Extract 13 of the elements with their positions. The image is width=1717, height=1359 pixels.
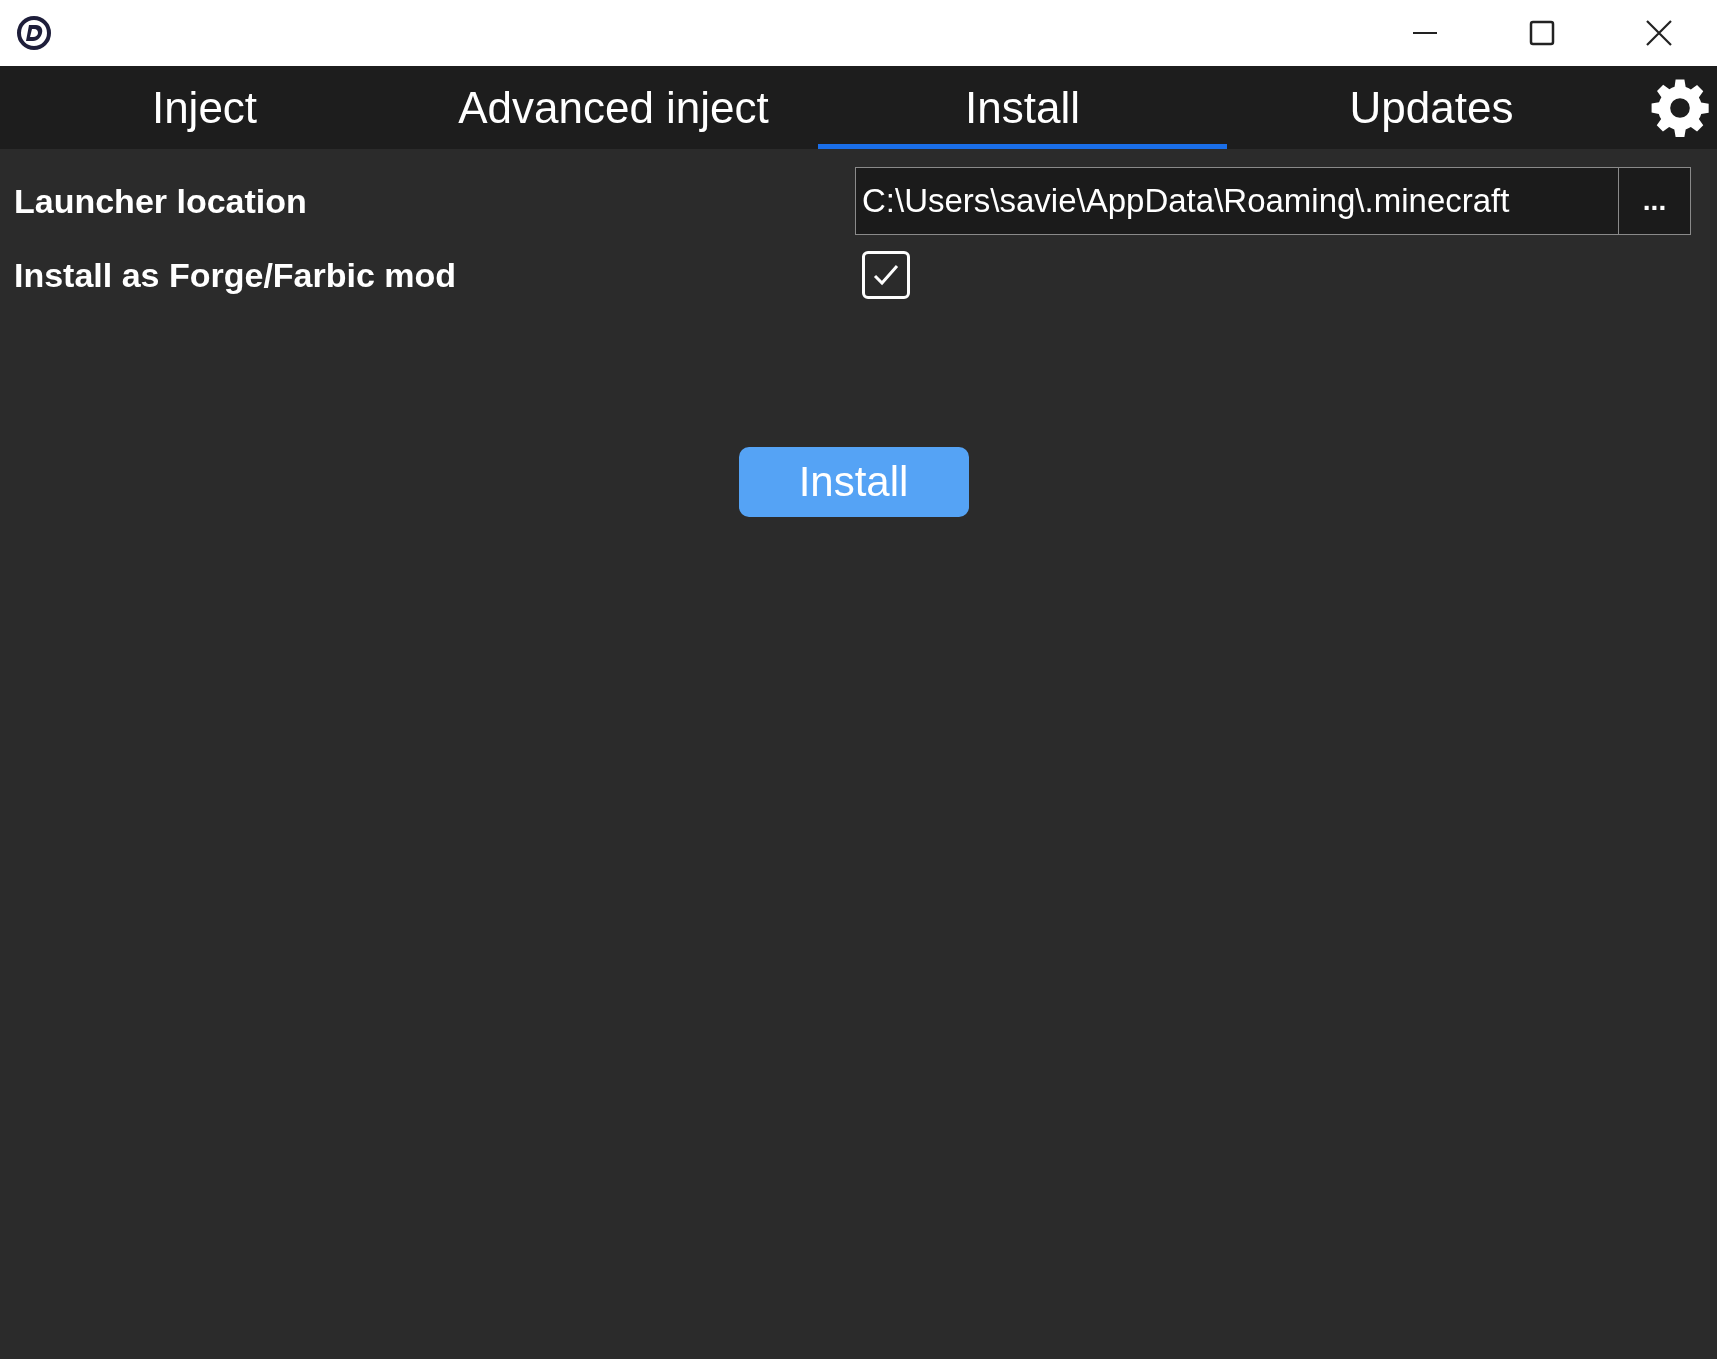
setting-label: Install as Forge/Farbic mod: [14, 255, 458, 295]
tab[interactable]: Updates: [1227, 66, 1636, 149]
app-logo-icon: [16, 15, 52, 51]
browse-button[interactable]: ...: [1619, 167, 1691, 235]
tab[interactable]: Inject: [0, 66, 409, 149]
tab[interactable]: Install: [818, 66, 1227, 149]
setting-label: Launcher location: [14, 181, 308, 221]
path-field[interactable]: C:\Users\savie\AppData\Roaming\.minecraft: [855, 167, 1619, 235]
minimize-icon: [1411, 32, 1438, 34]
close-icon: [1645, 20, 1672, 46]
maximize-icon: [1528, 20, 1555, 46]
checkbox[interactable]: [862, 251, 910, 299]
tab[interactable]: Advanced inject: [409, 66, 818, 149]
